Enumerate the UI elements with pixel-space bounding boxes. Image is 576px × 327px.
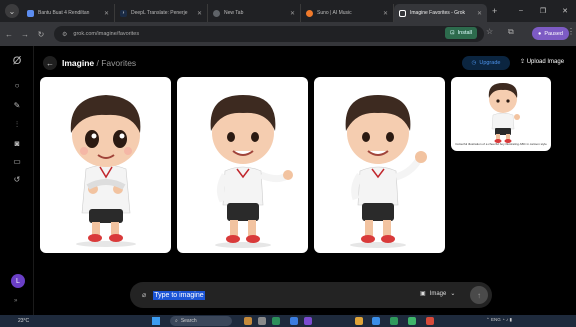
edit-icon[interactable]: ✎ — [10, 98, 24, 112]
taskbar-app-icon[interactable] — [258, 317, 266, 325]
os-taskbar: 23°C ⌕ Search ⌃ ENG ◔ ♪ ▮ — [0, 315, 576, 327]
system-tray[interactable]: ⌃ ENG ◔ ♪ ▮ — [486, 317, 512, 323]
install-app-button[interactable]: ⊡ Install — [445, 27, 477, 39]
browser-tab-strip: ⌄ Bantu Buat 4 Rendiltan ✕ › DeepL Trans… — [0, 0, 576, 22]
taskbar-app-icon[interactable] — [272, 317, 280, 325]
chevron-down-icon: ⌄ — [450, 291, 456, 297]
address-bar-row: ← → ↻ ⚙ grok.com/imagine/favorites ⊡ Ins… — [0, 22, 576, 46]
submit-button[interactable]: ↑ — [470, 286, 488, 304]
image-caption: Colourful illustration of a cheerful boy… — [455, 142, 547, 146]
tab-title: Bantu Buat 4 Rendiltan — [38, 10, 90, 16]
tab-favicon-icon: › — [120, 9, 127, 17]
search-icon: ⌕ — [175, 318, 178, 324]
browser-tab-active[interactable]: Imagine Favorites - Grok ✕ — [394, 4, 487, 22]
breadcrumb: Imagine / Favorites — [62, 58, 136, 68]
profile-button[interactable]: ● Paused — [532, 27, 569, 40]
mode-label: Image — [429, 290, 447, 297]
breadcrumb-imagine[interactable]: Imagine — [62, 58, 94, 68]
favorite-image-card[interactable]: Colourful illustration of a cheerful boy… — [451, 77, 551, 151]
taskbar-app-icon[interactable] — [390, 317, 398, 325]
upload-icon: ⇪ — [520, 59, 526, 65]
user-avatar[interactable]: L — [11, 274, 25, 288]
taskbar-app-icon[interactable] — [244, 317, 252, 325]
expand-sidebar-icon[interactable]: » — [14, 298, 17, 304]
new-tab-button[interactable]: + — [492, 6, 497, 16]
window-controls: – ❐ ✕ — [510, 7, 576, 15]
favorite-image-card[interactable] — [40, 77, 171, 253]
favorite-image-card[interactable] — [177, 77, 308, 253]
site-info-icon[interactable]: ⚙ — [62, 31, 67, 38]
back-arrow-icon[interactable]: ← — [2, 30, 16, 39]
url-text: grok.com/imagine/favorites — [73, 31, 140, 37]
upgrade-icon: ◷ — [471, 60, 477, 66]
close-tab-icon[interactable]: ✕ — [197, 10, 202, 17]
taskbar-app-icon[interactable] — [408, 317, 416, 325]
voice-icon[interactable]: ⫶ — [10, 118, 24, 132]
breadcrumb-favorites: Favorites — [101, 58, 137, 68]
bookmark-star-icon[interactable]: ☆ — [486, 27, 493, 36]
start-button[interactable] — [152, 317, 160, 325]
language-indicator: ENG — [491, 317, 501, 322]
tab-favicon-icon — [399, 9, 406, 17]
close-window-icon[interactable]: ✕ — [554, 7, 576, 15]
folder-icon[interactable]: ▭ — [10, 154, 24, 168]
favorite-image-card[interactable] — [314, 77, 445, 253]
taskbar-app-icon[interactable] — [426, 317, 434, 325]
install-icon: ⊡ — [450, 30, 455, 36]
taskbar-app-icon[interactable] — [304, 317, 312, 325]
upgrade-label: Upgrade — [479, 60, 501, 66]
taskbar-search[interactable]: ⌕ Search — [170, 316, 232, 326]
profile-label: Paused — [544, 30, 563, 37]
upgrade-button[interactable]: ◷ Upgrade — [462, 56, 510, 70]
cartoon-boy-image — [210, 95, 293, 248]
taskbar-search-label: Search — [180, 318, 197, 324]
url-field[interactable]: ⚙ grok.com/imagine/favorites — [54, 26, 484, 42]
tab-title: DeepL Translate: Penerje — [131, 10, 188, 16]
weather-widget[interactable]: 23°C — [18, 318, 29, 324]
attach-icon[interactable]: ⌀ — [142, 291, 146, 299]
back-button[interactable]: ← — [43, 56, 57, 70]
tab-title: Suno | AI Music — [317, 10, 352, 16]
profile-avatar-icon: ● — [538, 30, 542, 37]
browser-tab[interactable]: Suno | AI Music ✕ — [301, 4, 394, 22]
tab-search-icon[interactable]: ⌄ — [5, 4, 19, 18]
forward-arrow-icon[interactable]: → — [18, 30, 32, 39]
imagine-prompt-bar: ⌀ Type to imagine ▣ Image ⌄ ↑ — [130, 282, 492, 308]
mode-selector[interactable]: ▣ Image ⌄ — [420, 290, 456, 298]
browser-tab[interactable]: New Tab ✕ — [208, 4, 301, 22]
browser-tab[interactable]: Bantu Buat 4 Rendiltan ✕ — [22, 4, 115, 22]
cartoon-boy-image — [488, 83, 520, 143]
history-icon[interactable]: ↺ — [10, 172, 24, 186]
close-tab-icon[interactable]: ✕ — [477, 10, 482, 17]
grok-logo-icon[interactable]: Ø — [10, 54, 24, 68]
taskbar-app-icon[interactable] — [372, 317, 380, 325]
upload-label: Upload Image — [526, 59, 565, 65]
close-tab-icon[interactable]: ✕ — [104, 10, 109, 17]
imagine-icon[interactable]: ◙ — [10, 136, 24, 150]
install-label: Install — [457, 30, 472, 36]
browser-tab[interactable]: › DeepL Translate: Penerje ✕ — [115, 4, 208, 22]
image-mode-icon: ▣ — [420, 291, 426, 297]
tab-title: Imagine Favorites - Grok — [410, 10, 466, 16]
minimize-icon[interactable]: – — [510, 7, 532, 15]
tab-title: New Tab — [224, 10, 244, 16]
taskbar-app-icon[interactable] — [290, 317, 298, 325]
browser-menu-icon[interactable]: ⋮ — [567, 27, 575, 36]
tab-favicon-icon — [27, 9, 34, 17]
imagine-favorites-page: ← Imagine / Favorites ◷ Upgrade ⇪ Upload… — [34, 46, 576, 315]
extensions-icon[interactable]: ⧉ — [508, 27, 514, 37]
cartoon-boy-image — [345, 95, 427, 248]
taskbar-app-icon[interactable] — [355, 317, 363, 325]
tab-favicon-icon — [306, 9, 313, 17]
cartoon-boy-image — [70, 95, 141, 247]
reload-icon[interactable]: ↻ — [34, 30, 48, 39]
prompt-input[interactable]: Type to imagine — [153, 290, 205, 300]
close-tab-icon[interactable]: ✕ — [290, 10, 295, 17]
upload-image-button[interactable]: ⇪ Upload Image — [520, 58, 564, 65]
close-tab-icon[interactable]: ✕ — [383, 10, 388, 17]
maximize-icon[interactable]: ❐ — [532, 7, 554, 15]
app-sidebar: Ø ○ ✎ ⫶ ◙ ▭ ↺ L » — [0, 46, 34, 315]
tab-favicon-icon — [213, 9, 220, 17]
search-icon[interactable]: ○ — [10, 78, 24, 92]
